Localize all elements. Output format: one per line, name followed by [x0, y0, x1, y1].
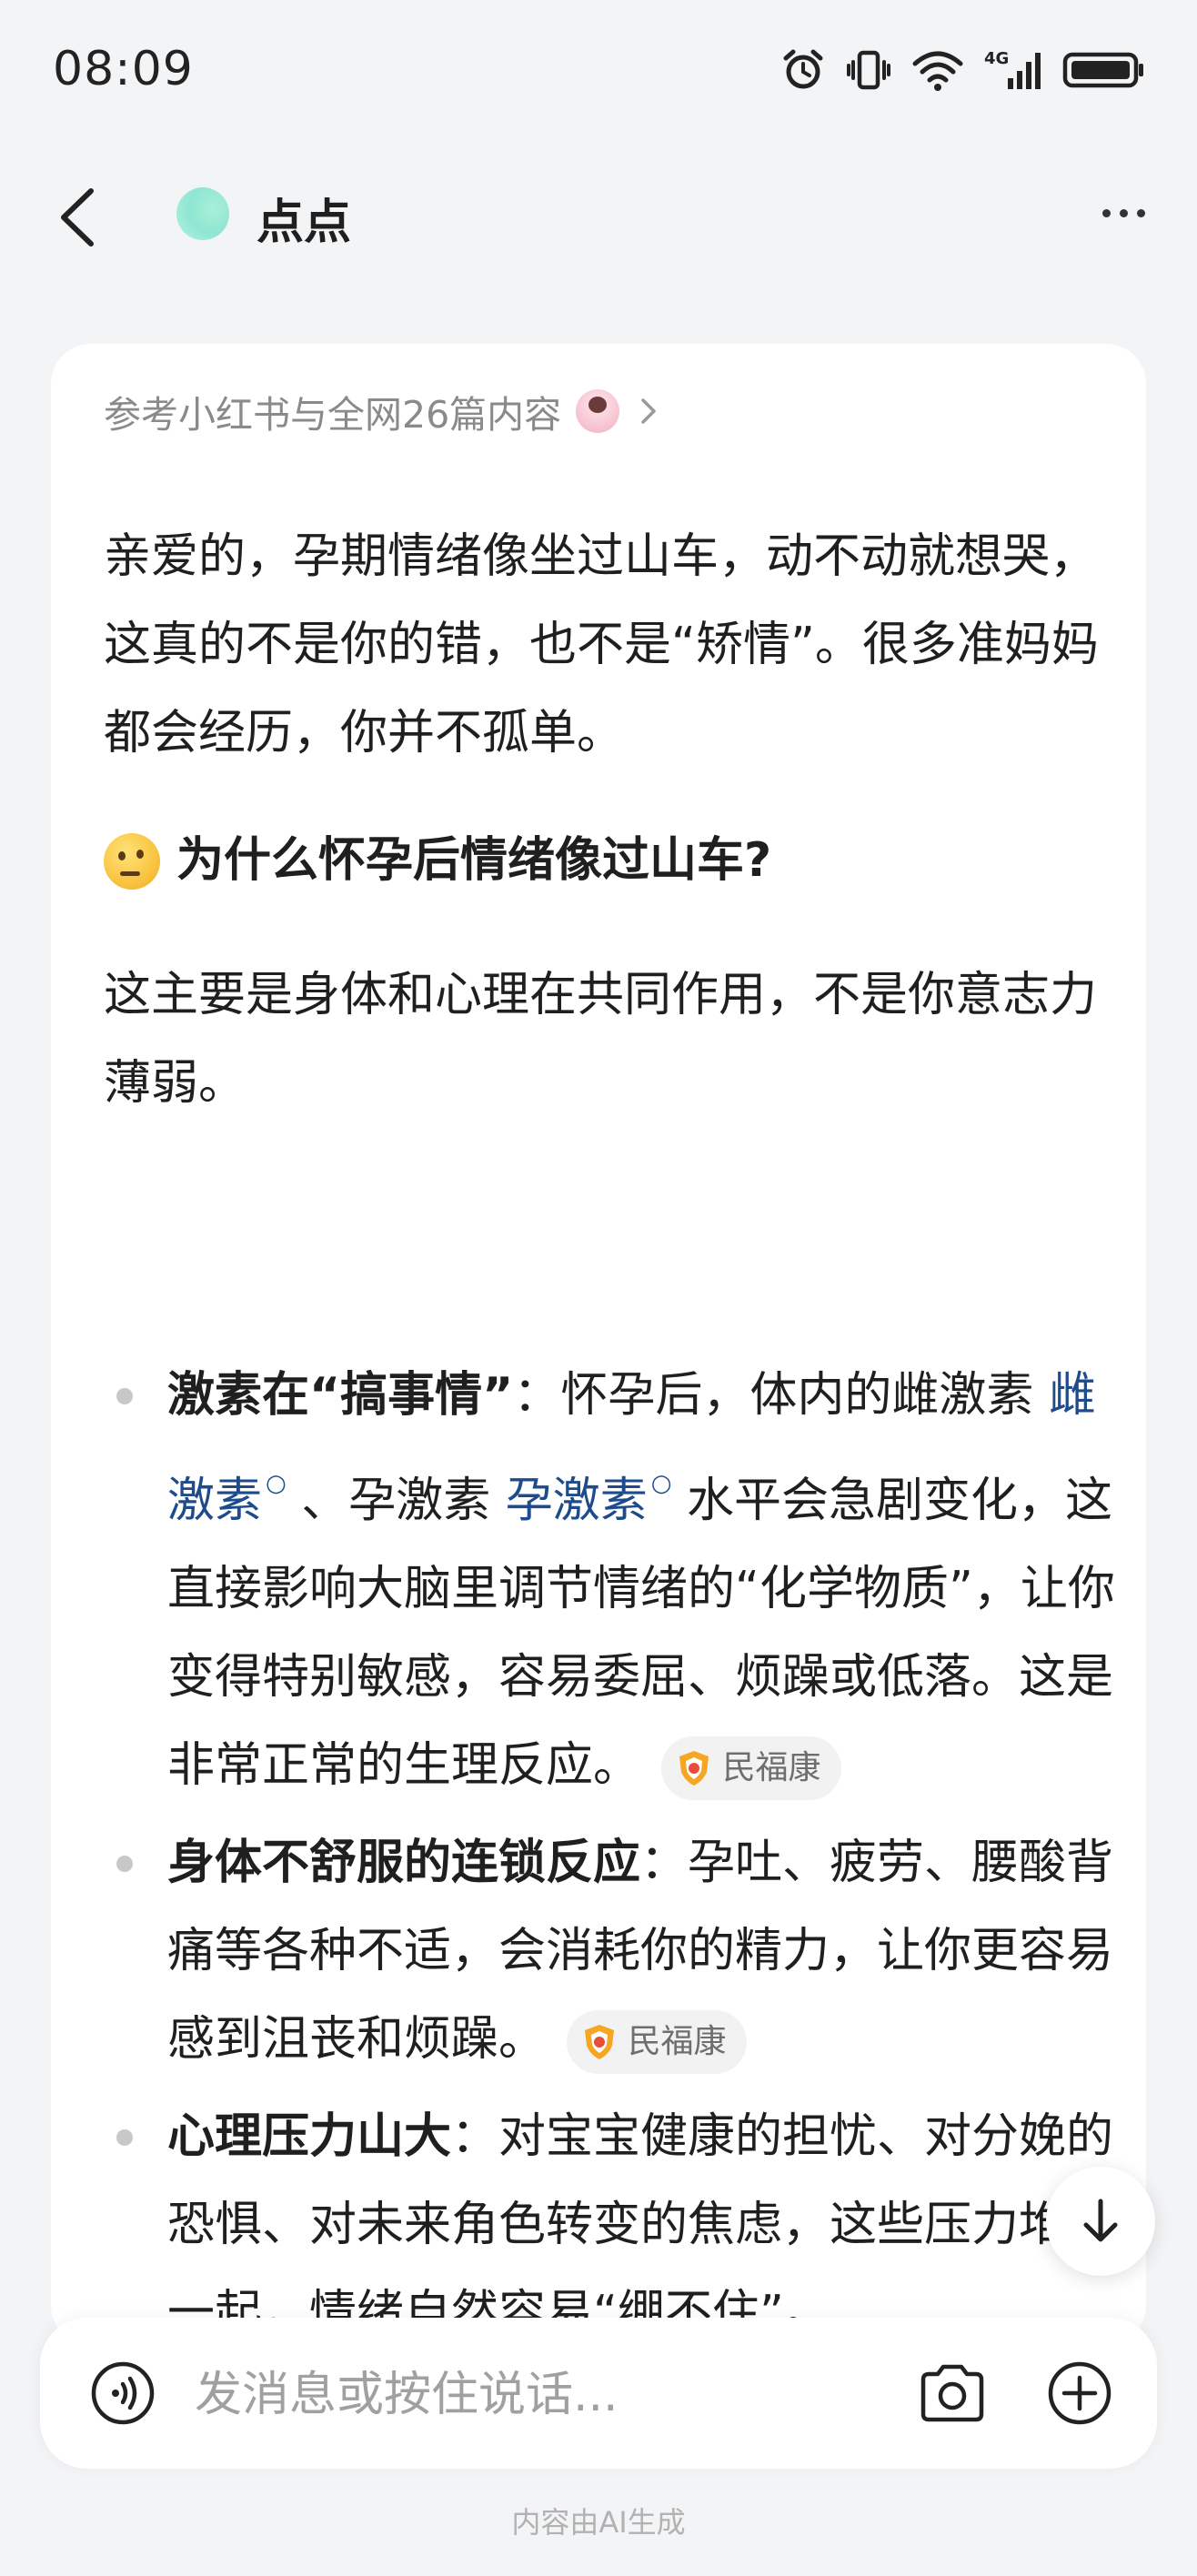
bullet-list: 激素在“搞事情”：怀孕后，体内的雌激素 雌激素 ○ 、孕激素 孕激素 ○ 水平会急剧…: [104, 1352, 1132, 2345]
bullet-dot: [116, 1388, 133, 1404]
term-link-progesterone[interactable]: 孕激素 ○: [506, 1470, 672, 1528]
health-shield-icon: [584, 2025, 614, 2059]
status-time: 08:09: [53, 42, 194, 96]
bullet-heading: 身体不舒服的连锁反应: [167, 1836, 641, 1890]
search-icon: ○: [650, 1470, 672, 1497]
voice-icon: [91, 2361, 155, 2425]
camera-button[interactable]: [913, 2354, 991, 2432]
camera-icon: [920, 2364, 984, 2422]
bullet-dot: [116, 2129, 133, 2146]
back-button[interactable]: [36, 176, 118, 258]
section-intro: 这主要是身体和心理在共同作用，不是你意志力薄弱。: [104, 968, 1098, 1111]
source-chip[interactable]: 民福康: [566, 2010, 747, 2074]
reference-source-row[interactable]: 参考小红书与全网26篇内容: [104, 384, 659, 438]
status-bar: 08:09 4G: [0, 0, 1197, 146]
add-button[interactable]: [1041, 2354, 1119, 2432]
plus-circle-icon: [1048, 2361, 1112, 2425]
wifi-icon: [912, 51, 963, 91]
status-icons: 4G: [780, 47, 1146, 93]
health-shield-icon: [679, 1751, 709, 1786]
source-avatar: [576, 389, 620, 433]
more-dots-icon: [1101, 208, 1111, 217]
input-bar: [40, 2318, 1157, 2469]
voice-button[interactable]: [84, 2354, 162, 2432]
section-title: 为什么怀孕后情绪像过山车?: [104, 817, 771, 905]
bot-name[interactable]: 点点: [256, 184, 351, 252]
intro-paragraph: 亲爱的，孕期情绪像坐过山车，动不动就想哭，这真的不是你的错，也不是“矫情”。很多…: [104, 529, 1099, 760]
vibrate-icon: [847, 50, 890, 90]
list-item: 心理压力山大：对宝宝健康的担忧、对分娩的恐惧、对未来角色转变的焦虑，这些压力堆在…: [104, 2093, 1132, 2345]
chevron-right-icon: [641, 398, 656, 424]
list-item: 激素在“搞事情”：怀孕后，体内的雌激素 雌激素 ○ 、孕激素 孕激素 ○ 水平会急剧…: [104, 1352, 1132, 1810]
signal-4g-icon: 4G: [984, 49, 1041, 89]
arrow-down-icon: [1083, 2199, 1118, 2242]
scroll-to-bottom-button[interactable]: [1046, 2167, 1155, 2276]
chat-header: 点点: [0, 155, 1197, 273]
battery-icon: [1062, 52, 1143, 88]
bot-avatar[interactable]: [176, 187, 229, 240]
reference-source-label: 参考小红书与全网26篇内容: [104, 393, 562, 437]
source-chip[interactable]: 民福康: [660, 1736, 841, 1800]
list-item: 身体不舒服的连锁反应：孕吐、疲劳、腰酸背痛等各种不适，会消耗你的精力，让你更容易…: [104, 1819, 1132, 2084]
network-label: 4G: [984, 49, 1009, 68]
section-title-text: 为什么怀孕后情绪像过山车?: [176, 833, 772, 888]
bullet-heading: 心理压力山大: [167, 2109, 452, 2164]
bullet-dot: [116, 1856, 133, 1872]
ai-message-card: 参考小红书与全网26篇内容 亲爱的，孕期情绪像坐过山车，动不动就想哭，这真的不是…: [51, 344, 1146, 2345]
alarm-icon: [783, 49, 823, 89]
more-button[interactable]: [1082, 186, 1164, 240]
message-input[interactable]: [193, 2360, 888, 2430]
bullet-heading: 激素在“搞事情”: [167, 1368, 514, 1423]
chevron-left-icon: [61, 188, 94, 247]
search-icon: ○: [266, 1470, 287, 1497]
ai-disclaimer: 内容由AI生成: [511, 2505, 686, 2540]
thinking-face-icon: [104, 832, 160, 890]
